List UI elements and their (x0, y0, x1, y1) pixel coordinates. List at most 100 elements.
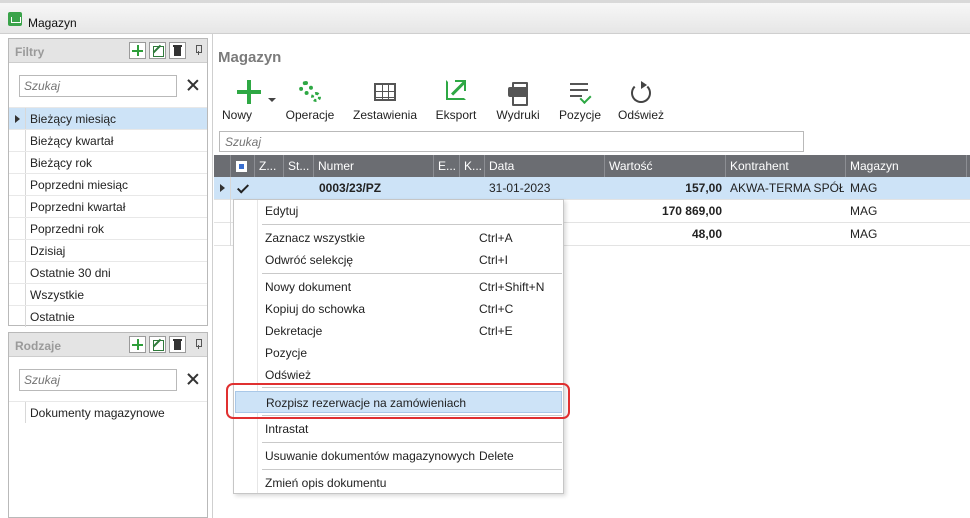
filter-item[interactable]: Dzisiaj (9, 239, 207, 261)
menu-item-intrastat[interactable]: Intrastat (234, 418, 563, 440)
filter-item[interactable]: Poprzedni miesiąc (9, 173, 207, 195)
cell-numer: 0003/23/PZ (319, 181, 382, 195)
filter-item-label: Poprzedni rok (30, 222, 105, 236)
filters-search-input[interactable] (19, 75, 177, 97)
current-row-arrow-icon (220, 184, 225, 192)
window-title: Magazyn (28, 16, 77, 30)
new-button-label: Nowy (222, 108, 253, 122)
filter-item[interactable]: Ostatnie (9, 305, 207, 327)
gears-icon (298, 80, 322, 104)
table-icon (374, 83, 396, 101)
chevron-down-icon[interactable] (268, 98, 276, 102)
menu-item-label: Zmień opis dokumentu (265, 476, 387, 490)
filter-item[interactable]: Bieżący kwartał (9, 129, 207, 151)
window-titlebar: Magazyn (0, 0, 970, 34)
row-checked-icon[interactable] (236, 181, 250, 194)
operations-button[interactable]: Operacje (282, 78, 338, 124)
filter-item[interactable]: Bieżący miesiąc (9, 107, 207, 129)
row-indicator (9, 218, 26, 239)
clear-search-icon[interactable] (187, 373, 199, 385)
column-header[interactable]: Z... (255, 155, 284, 177)
cell-magazyn: MAG (850, 181, 878, 195)
filter-item-label: Poprzedni miesiąc (30, 178, 129, 192)
row-indicator (9, 108, 26, 129)
filter-item[interactable]: Poprzedni rok (9, 217, 207, 239)
filters-search-row (9, 63, 207, 107)
row-indicator (9, 306, 26, 327)
delete-type-icon[interactable] (169, 336, 186, 353)
prints-button[interactable]: Wydruki (493, 78, 543, 124)
menu-separator (262, 469, 562, 470)
filter-item[interactable]: Wszystkie (9, 283, 207, 305)
delete-filter-icon[interactable] (169, 42, 186, 59)
column-header[interactable]: Numer (314, 155, 434, 177)
menu-item-change-description[interactable]: Zmień opis dokumentu (234, 472, 563, 494)
menu-item-select-all[interactable]: Zaznacz wszystkie Ctrl+A (234, 227, 563, 249)
menu-item-label: Zaznacz wszystkie (265, 231, 366, 245)
filter-item-label: Bieżący miesiąc (30, 112, 117, 126)
column-header[interactable]: E... (434, 155, 460, 177)
summaries-button[interactable]: Zestawienia (352, 78, 418, 124)
menu-item-label: Usuwanie dokumentów magazynowych (265, 449, 476, 463)
select-all-checkbox[interactable] (231, 155, 255, 177)
edit-filter-icon[interactable] (149, 42, 166, 59)
column-header[interactable]: K... (460, 155, 485, 177)
column-header[interactable]: Wartość (605, 155, 726, 177)
row-indicator (9, 174, 26, 195)
summaries-button-label: Zestawienia (352, 108, 418, 122)
add-filter-icon[interactable] (129, 42, 146, 59)
filters-panel-title: Filtry (15, 45, 45, 59)
type-item[interactable]: Dokumenty magazynowe (9, 401, 207, 423)
cell-magazyn: MAG (850, 204, 878, 218)
refresh-button[interactable]: Odśwież (616, 78, 666, 124)
menu-item-label: Pozycje (265, 346, 308, 360)
filter-item-label: Bieżący rok (30, 156, 93, 170)
menu-item-edit[interactable]: Edytuj (234, 200, 563, 222)
row-indicator (9, 240, 26, 261)
refresh-button-label: Odśwież (617, 108, 664, 122)
menu-item-invert-selection[interactable]: Odwróć selekcję Ctrl+I (234, 249, 563, 271)
filter-item-label: Poprzedni kwartał (30, 200, 126, 214)
types-panel-header: Rodzaje (9, 333, 207, 357)
filter-item[interactable]: Bieżący rok (9, 151, 207, 173)
menu-item-delete-documents[interactable]: Usuwanie dokumentów magazynowych Delete (234, 445, 563, 467)
new-button[interactable]: Nowy (218, 78, 276, 124)
filters-list: Bieżący miesiąc Bieżący kwartał Bieżący … (9, 107, 207, 327)
app-basket-icon (8, 12, 22, 26)
menu-item-positions[interactable]: Pozycje (234, 342, 563, 364)
prints-button-label: Wydruki (496, 108, 540, 122)
menu-separator (262, 224, 562, 225)
list-check-icon (568, 80, 592, 104)
menu-item-new-document[interactable]: Nowy dokument Ctrl+Shift+N (234, 276, 563, 298)
menu-item-shortcut: Ctrl+Shift+N (479, 280, 545, 294)
refresh-icon (629, 80, 653, 104)
menu-item-label: Dekretacje (265, 324, 323, 338)
add-type-icon[interactable] (129, 336, 146, 353)
edit-type-icon[interactable] (149, 336, 166, 353)
table-row[interactable]: 0003/23/PZ 31-01-2023 157,00 AKWA-TERMA … (214, 177, 970, 200)
pin-icon[interactable] (195, 339, 202, 349)
export-button[interactable]: Eksport (432, 78, 480, 124)
column-header[interactable]: St... (284, 155, 314, 177)
menu-item-copy[interactable]: Kopiuj do schowka Ctrl+C (234, 298, 563, 320)
column-header[interactable]: Kontrahent (726, 155, 846, 177)
clear-search-icon[interactable] (187, 79, 199, 91)
type-item-label: Dokumenty magazynowe (30, 406, 165, 420)
types-search-input[interactable] (19, 369, 177, 391)
export-icon (446, 80, 466, 100)
positions-button[interactable]: Pozycje (556, 78, 604, 124)
cell-wartosc: 157,00 (685, 181, 722, 195)
menu-item-label: Intrastat (265, 422, 309, 436)
pin-icon[interactable] (195, 45, 202, 55)
grid-search-input[interactable] (219, 131, 804, 152)
cell-magazyn: MAG (850, 227, 878, 241)
types-panel: Rodzaje Dokumenty magazynowe (8, 332, 208, 518)
row-indicator (9, 130, 26, 151)
filter-item[interactable]: Poprzedni kwartał (9, 195, 207, 217)
types-search-row (9, 357, 207, 401)
menu-item-decrees[interactable]: Dekretacje Ctrl+E (234, 320, 563, 342)
page-title: Magazyn (218, 49, 282, 66)
filter-item[interactable]: Ostatnie 30 dni (9, 261, 207, 283)
column-header[interactable]: Magazyn (846, 155, 967, 177)
column-header[interactable]: Data (485, 155, 605, 177)
